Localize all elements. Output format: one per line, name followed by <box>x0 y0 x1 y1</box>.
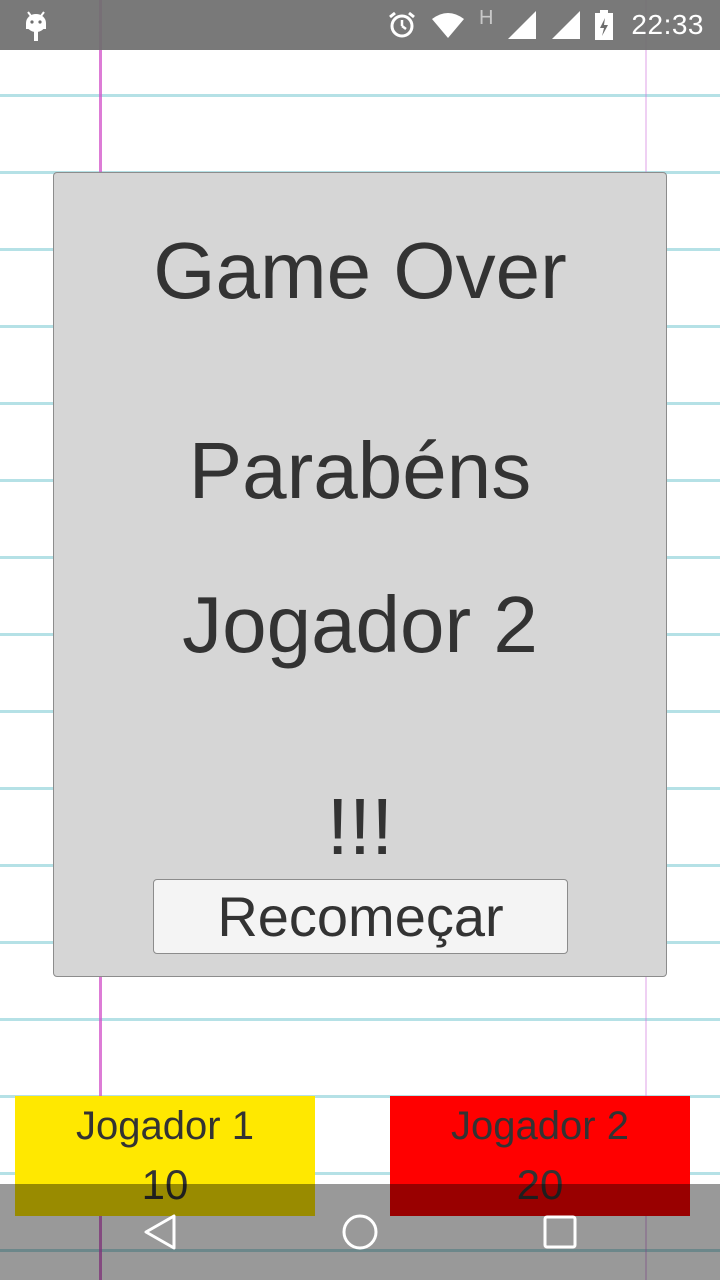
status-time: 22:33 <box>631 9 704 40</box>
android-icon <box>22 10 50 42</box>
player2-name: Jogador 2 <box>451 1104 629 1148</box>
winner-text: Jogador 2 <box>182 580 538 669</box>
home-icon[interactable] <box>340 1212 380 1252</box>
dialog-title: Game Over <box>153 226 567 315</box>
back-icon[interactable] <box>140 1212 180 1252</box>
recents-icon[interactable] <box>540 1212 580 1252</box>
signal-icon <box>507 10 537 40</box>
congrats-text: Parabéns <box>188 426 532 515</box>
navigation-bar <box>0 1184 720 1280</box>
alarm-icon <box>387 10 417 40</box>
game-over-dialog: Game Over Parabéns Jogador 2 !!! Recomeç… <box>53 172 667 977</box>
network-type-label: H <box>478 6 494 29</box>
restart-button[interactable]: Recomeçar <box>153 879 568 954</box>
player1-name: Jogador 1 <box>76 1104 254 1148</box>
exclamation-text: !!! <box>326 782 394 871</box>
status-bar: H 22:33 <box>0 0 720 50</box>
battery-icon <box>595 10 614 40</box>
status-icons: H 22:33 <box>387 0 704 50</box>
wifi-icon <box>431 11 465 39</box>
signal-icon-2 <box>551 10 581 40</box>
